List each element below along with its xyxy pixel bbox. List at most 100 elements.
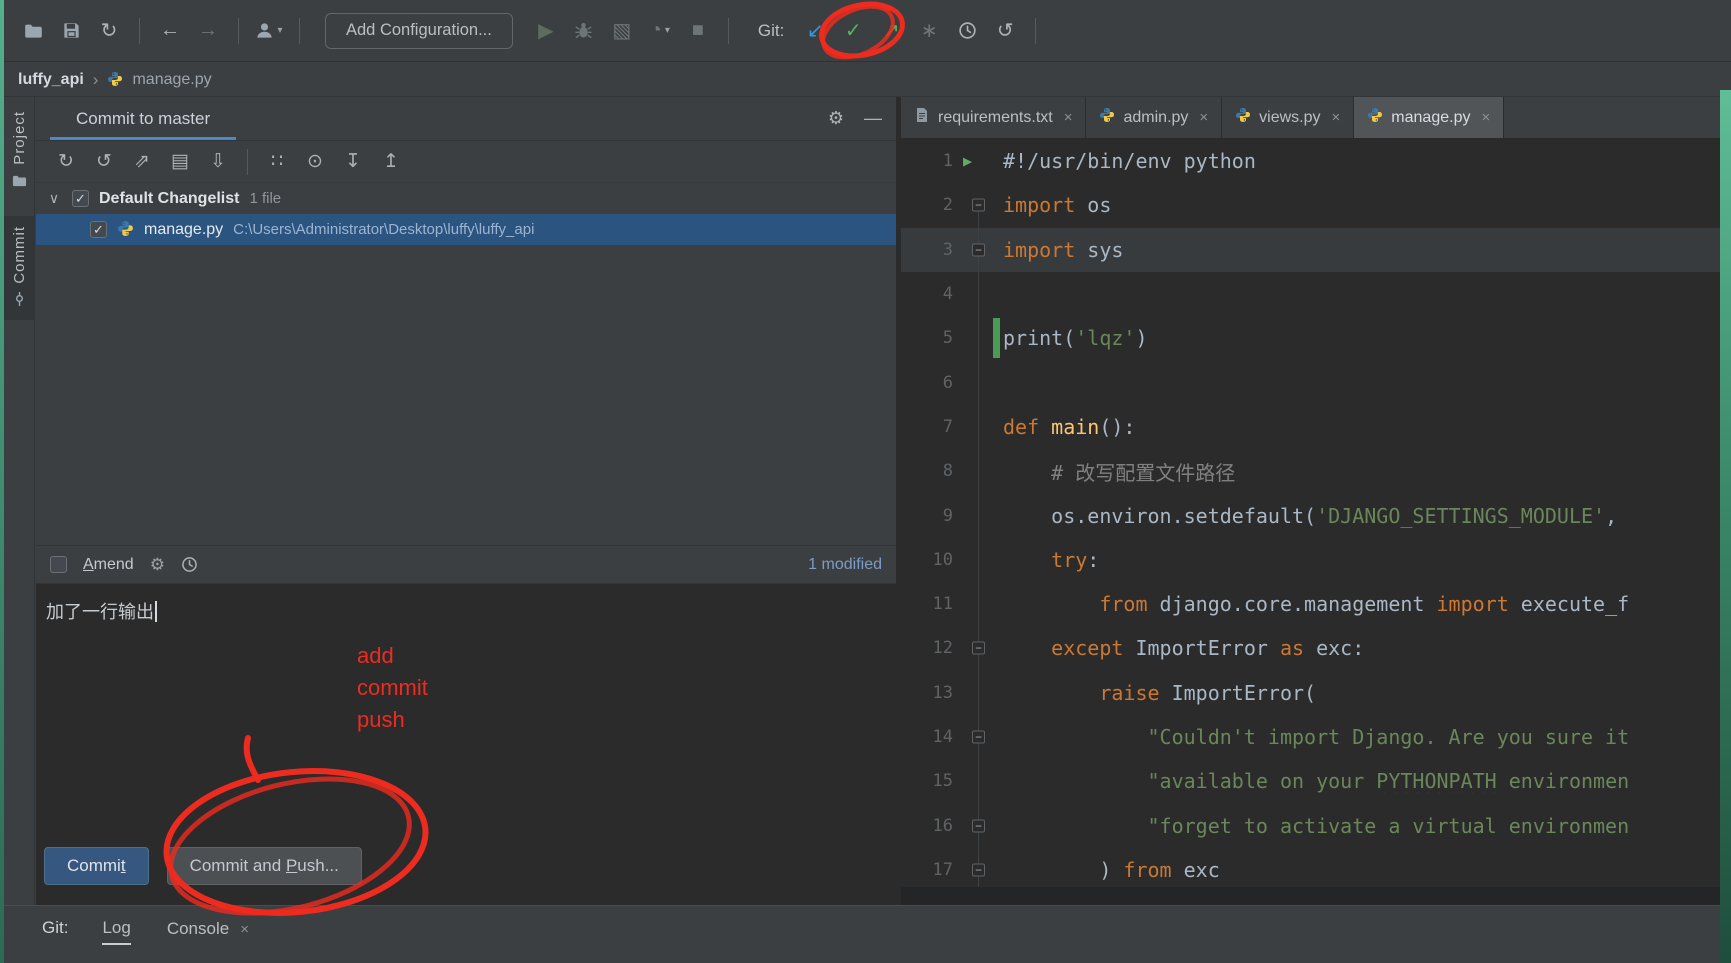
code-line-6[interactable]: 6 (901, 360, 1725, 404)
tool-stripe-label: Commit (10, 225, 28, 284)
breadcrumb: luffy_api › manage.py (4, 63, 1731, 97)
run-line-icon[interactable]: ▶ (963, 152, 972, 170)
fold-icon[interactable]: − (972, 730, 985, 744)
line-number: 7 (942, 416, 953, 437)
tab-label: admin.py (1123, 108, 1189, 126)
commit-message[interactable]: 加了一行输出 (36, 584, 896, 638)
code-line-10[interactable]: 10 try: (901, 538, 1725, 582)
changelist-checkbox[interactable] (72, 190, 89, 207)
code-token: from (1099, 592, 1148, 617)
add-configuration-button[interactable]: Add Configuration... (325, 12, 513, 49)
synchronize-icon[interactable]: ↻ (92, 14, 126, 48)
rollback-icon[interactable]: ↺ (86, 147, 122, 177)
chevron-down-icon[interactable]: ∨ (46, 190, 62, 207)
code-line-2[interactable]: 2 − import os (901, 183, 1725, 227)
fold-icon[interactable]: − (972, 641, 985, 655)
code-line-17[interactable]: 17 − ) from exc (901, 848, 1725, 887)
code-line-14[interactable]: 14 − "Couldn't import Django. Are you sur… (901, 715, 1725, 759)
file-checkbox[interactable] (90, 221, 107, 238)
line-number: 17 (932, 859, 953, 880)
code-line-13[interactable]: 13 raise ImportError( (901, 671, 1725, 715)
commit-panel-tab[interactable]: Commit to master (50, 97, 237, 140)
editor-tab-manage.py[interactable]: manage.py × (1354, 97, 1505, 138)
amend-row: Amend ⚙ 1 modified (36, 545, 896, 583)
gutter (957, 316, 1003, 360)
code-text: "available on your PYTHONPATH environmen (1003, 769, 1725, 793)
code-token: import (1003, 237, 1076, 262)
coverage-icon[interactable]: ▧ (605, 14, 639, 48)
user-icon[interactable]: ▾ (252, 14, 286, 48)
commit-and-push-button[interactable]: Commit and Push... (166, 847, 362, 885)
open-project-icon[interactable] (16, 14, 50, 48)
hide-panel-icon[interactable]: — (864, 108, 882, 129)
changelist-icon[interactable]: ▤ (162, 147, 198, 177)
amend-checkbox[interactable] (50, 556, 67, 573)
modified-count: 1 modified (808, 555, 882, 573)
amend-label[interactable]: Amend (83, 556, 134, 574)
back-icon[interactable]: ← (153, 14, 187, 48)
group-by-icon[interactable]: ∷ (259, 147, 295, 177)
close-icon[interactable]: × (1332, 109, 1341, 126)
close-icon[interactable]: × (1199, 109, 1208, 126)
code-line-8[interactable]: 8 # 改写配置文件路径 (901, 449, 1725, 493)
line-number: 5 (942, 328, 953, 349)
bottom-tab-log[interactable]: Log (102, 918, 131, 945)
line-number: 16 (932, 815, 953, 836)
profiler-icon[interactable]: ◔ ▾ (643, 14, 677, 48)
fold-icon[interactable]: − (972, 863, 985, 877)
code-line-5[interactable]: 5 print('lqz') (901, 316, 1725, 360)
editor-tab-views.py[interactable]: views.py × (1222, 97, 1355, 138)
changelist-row[interactable]: ∨ Default Changelist 1 file (36, 183, 896, 214)
tool-stripe-project[interactable]: Project (4, 101, 34, 202)
close-icon[interactable]: × (1064, 109, 1073, 126)
commit-options-gear-icon[interactable]: ⚙ (150, 555, 165, 575)
stop-icon[interactable]: ■ (681, 14, 715, 48)
gutter (957, 759, 1003, 803)
forward-icon[interactable]: → (191, 14, 225, 48)
git-push-icon[interactable]: ↗ (874, 14, 908, 48)
commit-message-area[interactable]: 加了一行输出 Commit Commit and Push... (36, 583, 896, 905)
code-line-1[interactable]: 1 ▶ #!/usr/bin/env python (901, 139, 1725, 183)
commit-message-text[interactable]: 加了一行输出 (46, 602, 154, 622)
git-history-icon[interactable] (950, 14, 984, 48)
debug-icon[interactable] (567, 14, 601, 48)
save-all-icon[interactable] (54, 14, 88, 48)
git-commit-icon[interactable]: ✓ (836, 14, 870, 48)
unshelve-icon[interactable]: ⇩ (200, 147, 236, 177)
code-line-12[interactable]: 12 − except ImportError as exc: (901, 626, 1725, 670)
commit-button[interactable]: Commit (44, 847, 149, 885)
code-area[interactable]: 1 ▶ #!/usr/bin/env python 2 − import os 3 − impo… (901, 139, 1725, 887)
code-line-15[interactable]: 15 "available on your PYTHONPATH environ… (901, 759, 1725, 803)
preview-diff-icon[interactable]: ⊙ (297, 147, 333, 177)
code-line-3[interactable]: 3 − import sys (901, 227, 1725, 272)
history-icon[interactable] (181, 556, 198, 573)
git-rollback-icon[interactable]: ↺ (988, 14, 1022, 48)
code-line-11[interactable]: 11 from django.core.management import ex… (901, 582, 1725, 626)
code-line-7[interactable]: 7 def main(): (901, 405, 1725, 449)
expand-all-icon[interactable]: ↧ (335, 147, 371, 177)
git-update-icon[interactable]: ↙ (798, 14, 832, 48)
tab-label: views.py (1259, 108, 1321, 126)
fold-icon[interactable]: − (972, 198, 985, 212)
code-line-4[interactable]: 4 (901, 272, 1725, 316)
editor-tab-admin.py[interactable]: admin.py × (1086, 97, 1223, 138)
breadcrumb-file[interactable]: manage.py (132, 71, 211, 89)
bottom-tool-bar: Git: Log Console × (4, 905, 1731, 963)
breadcrumb-project[interactable]: luffy_api (18, 71, 84, 89)
code-line-9[interactable]: 9 os.environ.setdefault('DJANGO_SETTINGS… (901, 493, 1725, 537)
code-line-16[interactable]: 16 − "forget to activate a virtual enviro… (901, 803, 1725, 847)
fold-icon[interactable]: − (972, 819, 985, 833)
changed-file-row[interactable]: manage.py C:\Users\Administrator\Desktop… (36, 214, 896, 245)
editor-tab-requirements.txt[interactable]: requirements.txt × (901, 97, 1087, 138)
fold-icon[interactable]: − (972, 243, 985, 257)
tool-stripe-commit[interactable]: Commit (4, 215, 34, 321)
settings-gear-icon[interactable]: ⚙ (828, 108, 844, 129)
close-icon[interactable]: × (1481, 109, 1490, 126)
git-cherry-pick-icon[interactable]: ∗ (912, 14, 946, 48)
close-icon[interactable]: × (240, 921, 249, 938)
run-icon[interactable]: ▶ (529, 14, 563, 48)
shelve-icon[interactable]: ⇗ (124, 147, 160, 177)
bottom-tab-console[interactable]: Console × (167, 918, 249, 945)
collapse-all-icon[interactable]: ↥ (373, 147, 409, 177)
refresh-changes-icon[interactable]: ↻ (48, 147, 84, 177)
